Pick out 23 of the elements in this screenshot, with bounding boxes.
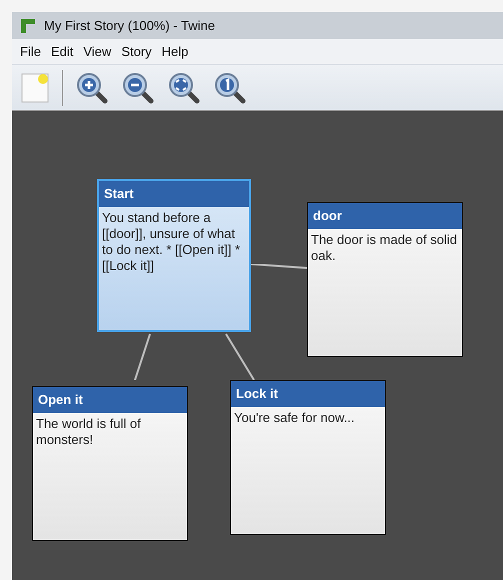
passage-card[interactable]: Open it The world is full of monsters! (32, 386, 188, 541)
zoom-out-icon[interactable] (121, 70, 155, 104)
passage-text: You're safe for now... (233, 409, 356, 426)
menu-item[interactable]: Help (162, 42, 188, 62)
actual-size-icon[interactable] (213, 70, 247, 104)
passage-card[interactable]: Lock it You're safe for now... (230, 380, 386, 535)
passage-title: door (308, 203, 462, 229)
passage-card[interactable]: door The door is made of solid oak. (307, 202, 463, 357)
passage-card[interactable]: Start You stand before a [[door]], unsure of what to do next. * [[Open it]] * [[Lock it]] (97, 179, 251, 332)
passage-title: Start (99, 181, 249, 207)
passage-text: The world is full of monsters! (35, 415, 142, 448)
window-title: My First Story (100%) - Twine (44, 16, 215, 35)
menu-item[interactable]: File (20, 42, 41, 62)
app-logo-icon (20, 18, 36, 34)
zoom-in-icon[interactable] (75, 70, 109, 104)
menu-item[interactable]: Edit (50, 42, 74, 62)
passage-title: Open it (33, 387, 187, 413)
passage-text: You stand before a [[door]], unsure of what to do next. * [[Open it]] * [[Lock it]] (101, 209, 242, 274)
menu-item[interactable]: Story (121, 42, 152, 62)
zoom-fit-icon[interactable] (167, 70, 201, 104)
menu-item[interactable]: View (83, 42, 112, 62)
passage-text: The door is made of solid oak. (310, 231, 458, 264)
passage-title: Lock it (231, 381, 385, 407)
